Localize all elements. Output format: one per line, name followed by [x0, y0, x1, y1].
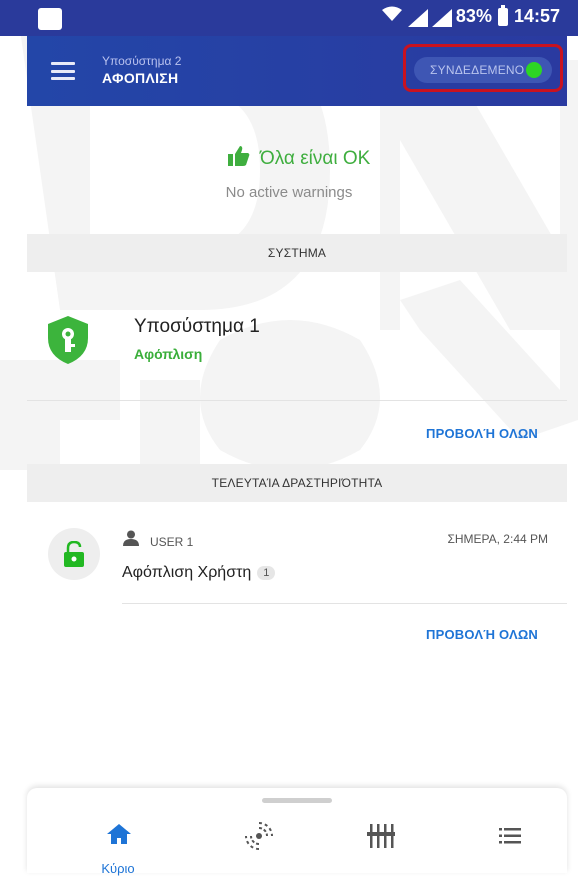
- nav-list[interactable]: [499, 828, 521, 849]
- activity-description: Αφόπλιση Χρήστη 1: [122, 564, 276, 582]
- activity-section-header: ΤΕΛΕΥΤΑΊΑ ΔΡΑΣΤΗΡΙΌΤΗΤΑ: [27, 464, 567, 502]
- unlock-icon: [64, 541, 84, 567]
- divider: [27, 400, 567, 401]
- shield-key-icon: [48, 316, 88, 369]
- list-icon: [499, 828, 521, 844]
- app-bar-subtitle: Υποσύστημα 2: [102, 54, 182, 68]
- divider: [122, 603, 567, 604]
- thumbs-up-icon: [228, 146, 250, 171]
- signal-icon-2: [431, 8, 452, 27]
- controls-icon: [367, 824, 395, 848]
- connection-highlight: ΣΥΝΔΕΔΕΜΕΝΟ: [403, 44, 563, 92]
- connection-status-dot: [526, 62, 542, 78]
- nav-home-label[interactable]: Κύριο: [98, 861, 138, 876]
- system-section-header: ΣΥΣΤΗΜΑ: [27, 234, 567, 272]
- drag-handle[interactable]: [262, 798, 332, 803]
- warnings-text: No active warnings: [225, 184, 353, 201]
- subsystem-state: Αφόπλιση: [134, 346, 203, 362]
- connection-status-chip[interactable]: ΣΥΝΔΕΔΕΜΕΝΟ: [414, 57, 552, 83]
- view-all-activity-link[interactable]: ΠΡΟΒΟΛΉ ΟΛΩΝ: [426, 627, 538, 642]
- nav-controls[interactable]: [367, 824, 395, 853]
- view-all-systems-link[interactable]: ΠΡΟΒΟΛΉ ΟΛΩΝ: [426, 426, 538, 441]
- activity-count-badge: 1: [257, 565, 276, 580]
- sensors-icon: [245, 822, 273, 850]
- ok-status: Όλα είναι OK: [228, 146, 370, 171]
- ok-status-text: Όλα είναι OK: [260, 147, 371, 169]
- subsystem-name[interactable]: Υποσύστημα 1: [134, 316, 260, 338]
- app-bar-title: ΑΦΟΠΛΙΣΗ: [102, 70, 179, 86]
- notification-icon: [38, 8, 62, 30]
- connection-status-label: ΣΥΝΔΕΔΕΜΕΝΟ: [430, 63, 525, 77]
- clock: 14:57: [513, 6, 560, 26]
- signal-icon: [407, 8, 428, 27]
- wifi-icon: [381, 6, 402, 27]
- status-indicators: 83% 14:57: [381, 4, 560, 27]
- user-icon: [122, 530, 140, 551]
- bottom-navigation: Κύριο: [27, 788, 567, 876]
- app-bar: Υποσύστημα 2 ΑΦΟΠΛΙΣΗ ΣΥΝΔΕΔΕΜΕΝΟ: [27, 36, 567, 106]
- activity-user: USER 1: [150, 535, 194, 549]
- battery-icon: [497, 4, 508, 26]
- status-bar: 83% 14:57: [0, 0, 578, 36]
- home-icon: [107, 824, 131, 844]
- activity-icon-circle: [48, 528, 100, 580]
- activity-time: ΣΗΜΕΡΑ, 2:44 PM: [447, 532, 548, 546]
- battery-percent: 83%: [455, 6, 492, 26]
- activity-description-text: Αφόπλιση Χρήστη: [122, 564, 252, 581]
- nav-home[interactable]: [107, 824, 131, 849]
- menu-icon[interactable]: [51, 62, 75, 80]
- nav-sensors[interactable]: [245, 822, 273, 855]
